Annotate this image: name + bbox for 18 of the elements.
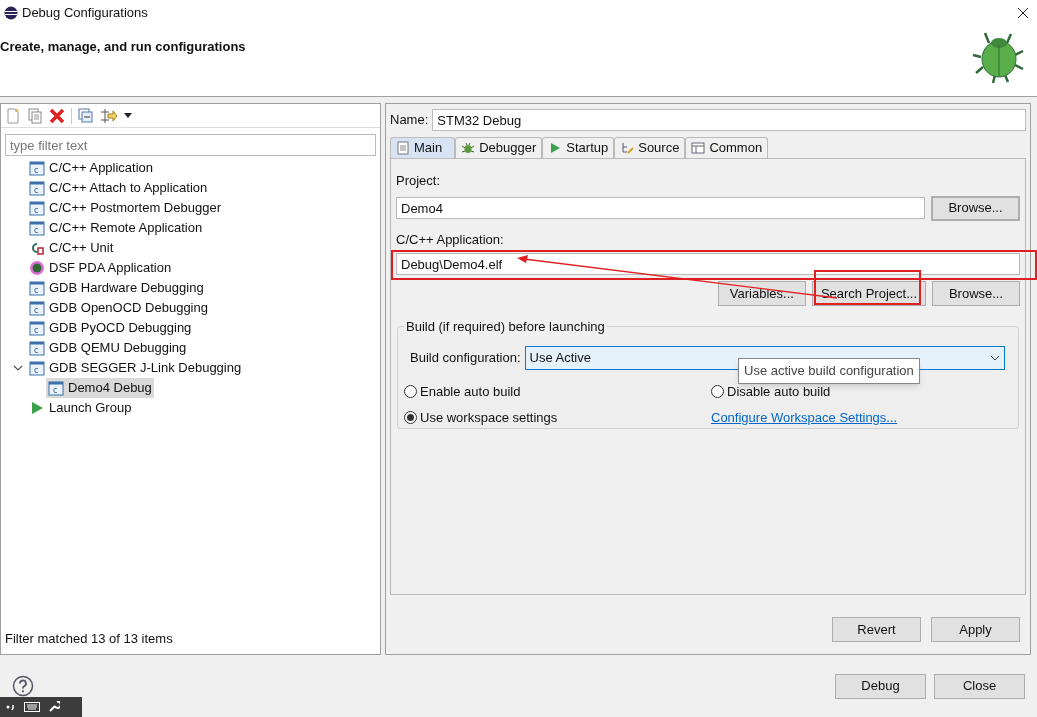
c-file-icon: c <box>29 160 45 176</box>
c-file-icon: c <box>29 300 45 316</box>
c-file-icon: c <box>48 380 64 396</box>
name-label: Name: <box>390 111 429 130</box>
c-file-icon: c <box>29 280 45 296</box>
filter-status: Filter matched 13 of 13 items <box>4 629 174 648</box>
tooltip: Use active build configuration <box>738 358 920 384</box>
c-file-icon: c <box>29 360 45 376</box>
application-label: C/C++ Application: <box>396 230 505 249</box>
project-label: Project: <box>396 172 442 190</box>
c-file-icon: c <box>29 180 45 196</box>
c-file-icon: c <box>29 340 45 356</box>
c-file-icon: c <box>29 220 45 236</box>
build-configuration-label: Build configuration: <box>410 349 521 368</box>
window-title: Debug Configurations <box>22 3 148 22</box>
c-file-icon: c <box>29 320 45 336</box>
c-file-icon: c <box>29 200 45 216</box>
header-title: Create, manage, and run configurations <box>0 38 246 56</box>
